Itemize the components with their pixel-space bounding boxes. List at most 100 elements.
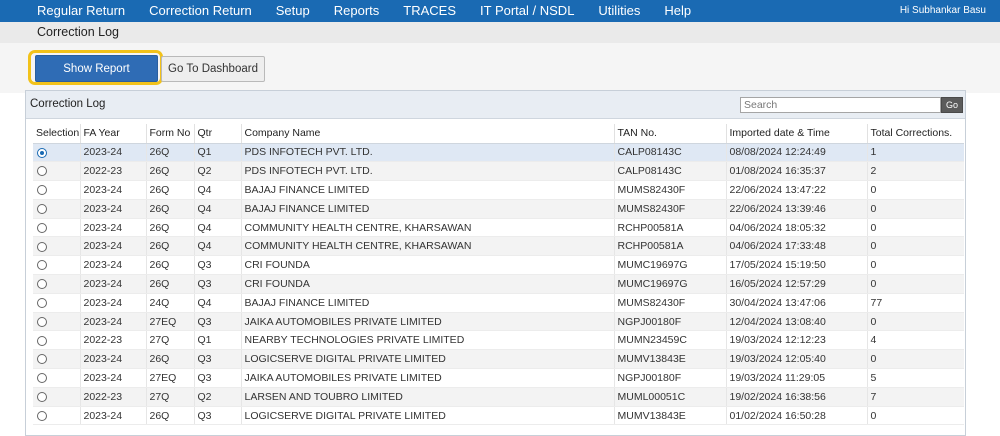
row-select-radio[interactable] (37, 316, 47, 327)
user-greeting[interactable]: Hi Subhankar Basu (900, 0, 986, 22)
qtr-cell: Q4 (194, 199, 242, 219)
company-name-cell: LOGICSERVE DIGITAL PRIVATE LIMITED (241, 349, 615, 370)
table-row[interactable]: 2022-23 27Q Q2 LARSEN AND TOUBRO LIMITED MUM… (33, 387, 964, 407)
fa-year-cell: 2023-24 (80, 293, 147, 313)
imported-date-cell: 01/08/2024 16:35:37 (726, 161, 868, 182)
imported-date-cell: 16/05/2024 12:57:29 (726, 274, 868, 294)
company-name-cell: CRI FOUNDA (241, 255, 615, 276)
form-no-cell: 26Q (146, 218, 195, 238)
tan-cell: MUMS82430F (614, 199, 727, 219)
table-row[interactable]: 2022-23 26Q Q2 PDS INFOTECH PVT. LTD. CALP08… (33, 161, 964, 182)
tan-cell: MUMV13843E (614, 349, 727, 370)
menu-traces[interactable]: TRACES (403, 0, 456, 22)
qtr-cell: Q3 (194, 349, 242, 370)
total-corrections-cell: 0 (867, 312, 964, 332)
table-row[interactable]: 2023-24 26Q Q4 BAJAJ FINANCE LIMITED MUMS824… (33, 180, 964, 200)
table-row[interactable]: 2023-24 26Q Q4 COMMUNITY HEALTH CENTRE, KHA… (33, 236, 964, 257)
menu-reports[interactable]: Reports (334, 0, 380, 22)
fa-year-cell: 2023-24 (80, 199, 147, 219)
selection-cell (33, 387, 81, 407)
row-select-radio[interactable] (37, 373, 47, 384)
tan-cell: NGPJ00180F (614, 312, 727, 332)
menu-utilities[interactable]: Utilities (598, 0, 640, 22)
company-name-cell: CRI FOUNDA (241, 274, 615, 294)
col-tan-no[interactable]: TAN No. (614, 124, 727, 144)
col-imported-date-time[interactable]: Imported date & Time (726, 124, 868, 144)
menu-correction-return[interactable]: Correction Return (149, 0, 252, 22)
tan-cell: RCHP00581A (614, 218, 727, 238)
qtr-cell: Q1 (194, 143, 242, 163)
total-corrections-cell: 1 (867, 143, 964, 163)
col-company-name[interactable]: Company Name (241, 124, 615, 144)
row-select-radio[interactable] (37, 147, 47, 158)
tan-cell: NGPJ00180F (614, 368, 727, 388)
selection-cell (33, 236, 81, 257)
show-report-button[interactable]: Show Report (35, 55, 158, 82)
qtr-cell: Q4 (194, 218, 242, 238)
col-qtr[interactable]: Qtr (194, 124, 242, 144)
table-row[interactable]: 2023-24 27EQ Q3 JAIKA AUTOMOBILES PRIVATE L… (33, 368, 964, 388)
col-selection[interactable]: Selection (33, 124, 81, 144)
imported-date-cell: 19/03/2024 12:05:40 (726, 349, 868, 370)
table-row[interactable]: 2023-24 26Q Q3 LOGICSERVE DIGITAL PRIVATE L… (33, 349, 964, 370)
company-name-cell: PDS INFOTECH PVT. LTD. (241, 161, 615, 182)
tan-cell: MUMC19697G (614, 274, 727, 294)
col-form-no[interactable]: Form No (146, 124, 195, 144)
qtr-cell: Q3 (194, 274, 242, 294)
table-row[interactable]: 2023-24 27EQ Q3 JAIKA AUTOMOBILES PRIVATE L… (33, 312, 964, 332)
company-name-cell: COMMUNITY HEALTH CENTRE, KHARSAWAN (241, 218, 615, 238)
row-select-radio[interactable] (37, 166, 47, 177)
table-row[interactable]: 2022-23 27Q Q1 NEARBY TECHNOLOGIES PRIVATE … (33, 330, 964, 351)
correction-log-table-wrapper[interactable]: Selection FA Year Form No Qtr Company Na… (33, 124, 964, 434)
fa-year-cell: 2023-24 (80, 180, 147, 200)
row-select-radio[interactable] (37, 354, 47, 365)
company-name-cell: COMMUNITY HEALTH CENTRE, KHARSAWAN (241, 236, 615, 257)
company-name-cell: BAJAJ FINANCE LIMITED (241, 180, 615, 200)
form-no-cell: 26Q (146, 406, 195, 426)
table-row[interactable]: 2023-24 24Q Q4 BAJAJ FINANCE LIMITED MUMS824… (33, 293, 964, 313)
selection-cell (33, 274, 81, 294)
imported-date-cell: 22/06/2024 13:39:46 (726, 199, 868, 219)
qtr-cell: Q3 (194, 255, 242, 276)
tan-cell: CALP08143C (614, 161, 727, 182)
search-input[interactable] (740, 97, 941, 113)
selection-cell (33, 312, 81, 332)
row-select-radio[interactable] (37, 241, 47, 252)
row-select-radio[interactable] (37, 410, 47, 421)
fa-year-cell: 2022-23 (80, 387, 147, 407)
row-select-radio[interactable] (37, 335, 47, 346)
col-total-corrections[interactable]: Total Corrections. (867, 124, 964, 144)
row-select-radio[interactable] (37, 185, 47, 196)
menu-it-portal-nsdl[interactable]: IT Portal / NSDL (480, 0, 574, 22)
imported-date-cell: 19/03/2024 12:12:23 (726, 330, 868, 351)
menu-regular-return[interactable]: Regular Return (37, 0, 125, 22)
table-row[interactable]: 2023-24 26Q Q4 COMMUNITY HEALTH CENTRE, KHA… (33, 218, 964, 238)
total-corrections-cell: 0 (867, 406, 964, 426)
row-select-radio[interactable] (37, 204, 47, 214)
col-fa-year[interactable]: FA Year (80, 124, 147, 144)
menu-setup[interactable]: Setup (276, 0, 310, 22)
selection-cell (33, 330, 81, 351)
menu-help[interactable]: Help (664, 0, 691, 22)
table-row[interactable]: 2023-24 26Q Q3 CRI FOUNDA MUMC19697G 16/05/20… (33, 274, 964, 294)
tan-cell: MUMN23459C (614, 330, 727, 351)
total-corrections-cell: 0 (867, 218, 964, 238)
table-row[interactable]: 2023-24 26Q Q3 LOGICSERVE DIGITAL PRIVATE L… (33, 406, 964, 426)
row-select-radio[interactable] (37, 260, 47, 271)
row-select-radio[interactable] (37, 279, 47, 290)
total-corrections-cell: 4 (867, 330, 964, 351)
row-select-radio[interactable] (37, 297, 47, 308)
go-to-dashboard-button[interactable]: Go To Dashboard (161, 56, 265, 82)
row-select-radio[interactable] (37, 391, 47, 402)
table-row[interactable]: 2023-24 26Q Q3 CRI FOUNDA MUMC19697G 17/05/20… (33, 255, 964, 276)
form-no-cell: 26Q (146, 274, 195, 294)
go-button[interactable]: Go (941, 97, 963, 113)
table-row[interactable]: 2023-24 26Q Q4 BAJAJ FINANCE LIMITED MUMS824… (33, 199, 964, 219)
fa-year-cell: 2023-24 (80, 274, 147, 294)
qtr-cell: Q3 (194, 368, 242, 388)
qtr-cell: Q4 (194, 293, 242, 313)
company-name-cell: JAIKA AUTOMOBILES PRIVATE LIMITED (241, 368, 615, 388)
table-row[interactable]: 2023-24 26Q Q1 PDS INFOTECH PVT. LTD. CALP08… (33, 143, 964, 163)
company-name-cell: JAIKA AUTOMOBILES PRIVATE LIMITED (241, 312, 615, 332)
row-select-radio[interactable] (37, 222, 47, 233)
